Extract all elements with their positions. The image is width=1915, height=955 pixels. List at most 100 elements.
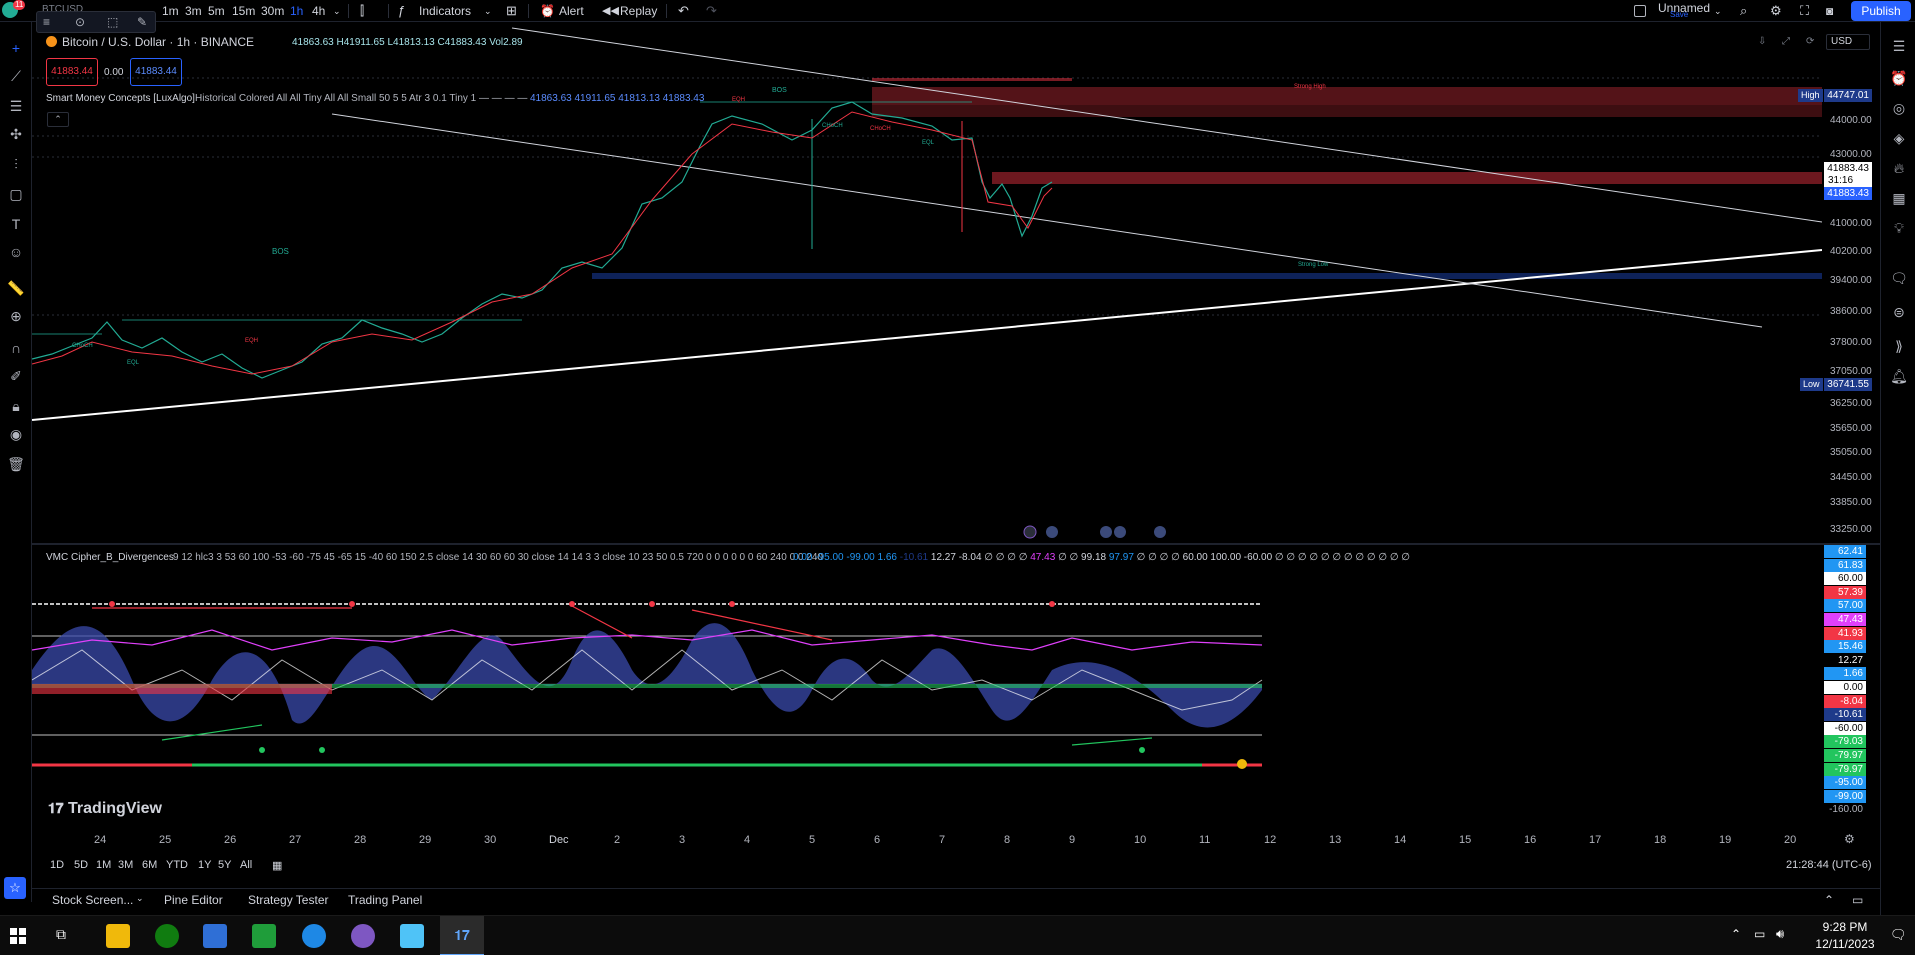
redo-icon[interactable]: ↷ <box>706 2 717 20</box>
download-icon[interactable]: ⇩ <box>1758 36 1766 47</box>
settings-gear-icon[interactable]: ⚙ <box>1844 832 1855 846</box>
pane-divider[interactable] <box>32 543 1880 545</box>
tradingview-taskbar-icon[interactable]: 𝟏𝟕 <box>440 916 484 955</box>
indicators-icon[interactable]: ƒ <box>398 2 405 20</box>
chevron-down-icon[interactable]: ⌄ <box>136 893 144 904</box>
ruler-icon[interactable]: 📏 <box>6 278 26 298</box>
indicator-smc-name[interactable]: Smart Money Concepts [LuxAlgo] <box>46 93 195 104</box>
clock-readout[interactable]: 21:28:44 (UTC-6) <box>1786 859 1872 871</box>
streams-icon[interactable]: ⊜ <box>1889 302 1909 322</box>
alert-icon[interactable]: ⏰ <box>540 2 555 20</box>
horizontal-lines-icon[interactable]: ☰ <box>6 96 26 116</box>
shape-icon[interactable]: ▢ <box>6 184 26 204</box>
search-icon[interactable]: ⌕ <box>1740 2 1747 20</box>
magnet-icon[interactable]: ∩ <box>6 338 26 358</box>
range-5y[interactable]: 5Y <box>218 859 231 871</box>
tab-trading-panel[interactable]: Trading Panel <box>348 893 422 907</box>
task-view-icon[interactable]: ⧉ <box>56 926 66 943</box>
notifications-icon[interactable]: 🗨︎ <box>1890 927 1907 943</box>
tab-stock-screener[interactable]: Stock Screen... <box>52 893 133 907</box>
game-icon[interactable] <box>252 924 276 948</box>
refresh-icon[interactable]: ⟳ <box>1806 36 1814 47</box>
chevron-down-icon[interactable]: ⌄ <box>333 2 341 20</box>
eye-icon[interactable]: ◉ <box>6 424 26 444</box>
go-to-date-icon[interactable]: ▦ <box>272 859 282 872</box>
network-icon[interactable]: ▭ <box>1754 927 1765 941</box>
publish-button[interactable]: Publish <box>1851 1 1911 21</box>
app-icon[interactable] <box>203 924 227 948</box>
windows-start-icon[interactable] <box>10 928 26 944</box>
chat-icon[interactable]: 🗨︎ <box>1889 268 1909 288</box>
fib-icon[interactable]: ⫶ <box>6 154 26 174</box>
expand-icon[interactable]: ⤢ <box>1782 36 1790 47</box>
taskbar-time[interactable]: 9:28 PM <box>1810 920 1880 934</box>
signals-icon[interactable]: ⟫ <box>1889 336 1909 356</box>
undo-icon[interactable]: ↶ <box>678 2 689 20</box>
maximize-panel-icon[interactable]: ▭ <box>1852 893 1863 907</box>
sell-price-button[interactable]: 41883.44 <box>46 58 98 86</box>
collapse-panel-icon[interactable]: ⌃ <box>1824 893 1834 907</box>
tab-interval-15m[interactable]: 15m <box>232 2 255 20</box>
buy-price-button[interactable]: 41883.44 <box>130 58 182 86</box>
tab-interval-4h[interactable]: 4h <box>312 2 325 20</box>
edge-browser-icon[interactable] <box>302 924 326 948</box>
text-icon[interactable]: T <box>6 214 26 234</box>
tab-interval-1h[interactable]: 1h <box>290 2 303 20</box>
range-1y[interactable]: 1Y <box>198 859 211 871</box>
app-icon[interactable] <box>351 924 375 948</box>
lock-icon[interactable]: 🔒︎ <box>6 396 26 416</box>
tradingview-logo[interactable]: 𝟏𝟕 TradingView <box>48 800 162 818</box>
currency-select[interactable]: USD <box>1826 34 1870 50</box>
tab-interval-30m[interactable]: 30m <box>261 2 284 20</box>
tab-interval-3m[interactable]: 3m <box>185 2 202 20</box>
trash-icon[interactable]: 🗑︎ <box>6 454 26 474</box>
tab-pine-editor[interactable]: Pine Editor <box>164 893 223 907</box>
range-1m[interactable]: 1M <box>96 859 111 871</box>
oscillator-name[interactable]: VMC Cipher_B_Divergences <box>46 552 174 563</box>
replay-icon[interactable]: ◀◀ <box>602 2 619 20</box>
symbol-title[interactable]: Bitcoin / U.S. Dollar · 1h · BINANCE <box>62 35 254 49</box>
data-window-icon[interactable]: ◎ <box>1889 98 1909 118</box>
range-6m[interactable]: 6M <box>142 859 157 871</box>
hotlist-icon[interactable]: 🔥︎ <box>1889 158 1909 178</box>
crosshair-icon[interactable]: + <box>6 38 26 58</box>
chevron-down-icon[interactable]: ⌄ <box>1714 2 1722 20</box>
taskbar-date[interactable]: 12/11/2023 <box>1810 937 1880 951</box>
oscillator-canvas[interactable] <box>32 590 1272 770</box>
alert-button[interactable]: Alert <box>559 2 584 20</box>
indicators-button[interactable]: Indicators <box>419 2 471 20</box>
range-all[interactable]: All <box>240 859 252 871</box>
collapse-legend-icon[interactable]: ⌃ <box>47 112 69 127</box>
watchlist-icon[interactable]: ☰ <box>1889 36 1909 56</box>
app-icon[interactable] <box>400 924 424 948</box>
brush-lock-icon[interactable]: ✐ <box>6 366 26 386</box>
range-ytd[interactable]: YTD <box>166 859 188 871</box>
range-3m[interactable]: 3M <box>118 859 133 871</box>
alerts-clock-icon[interactable]: ⏰ <box>1889 68 1909 88</box>
layout-grid-icon[interactable]: ⊞ <box>506 2 517 20</box>
gear-icon[interactable]: ⚙ <box>1770 2 1782 20</box>
range-1d[interactable]: 1D <box>50 859 64 871</box>
trendline-icon[interactable]: ⟋ <box>6 66 26 86</box>
fullscreen-icon[interactable]: ⛶ <box>1800 2 1809 20</box>
calendar-icon[interactable]: ▦ <box>1889 188 1909 208</box>
notification-bell-icon[interactable]: 🔔︎ <box>1889 366 1909 386</box>
tab-interval-5m[interactable]: 5m <box>208 2 225 20</box>
tab-interval-1m[interactable]: 1m <box>162 2 179 20</box>
zoom-in-icon[interactable]: ⊕ <box>6 306 26 326</box>
file-explorer-icon[interactable] <box>106 924 130 948</box>
pattern-icon[interactable]: ✣ <box>6 124 26 144</box>
favorite-star-icon[interactable]: ☆ <box>4 877 26 899</box>
candle-type-icon[interactable]: ⫿ <box>360 2 364 20</box>
layers-icon[interactable]: ◈ <box>1889 128 1909 148</box>
volume-icon[interactable]: 🔊︎ <box>1776 926 1784 942</box>
xbox-icon[interactable] <box>155 924 179 948</box>
tab-strategy-tester[interactable]: Strategy Tester <box>248 893 328 907</box>
tray-chevron-icon[interactable]: ⌃ <box>1731 927 1741 941</box>
range-5d[interactable]: 5D <box>74 859 88 871</box>
ideas-icon[interactable]: 💡︎ <box>1889 218 1909 238</box>
emoji-icon[interactable]: ☺ <box>6 242 26 262</box>
replay-button[interactable]: Replay <box>620 2 657 20</box>
layout-checkbox-icon[interactable] <box>1634 5 1646 17</box>
camera-icon[interactable]: ◙ <box>1826 2 1833 20</box>
